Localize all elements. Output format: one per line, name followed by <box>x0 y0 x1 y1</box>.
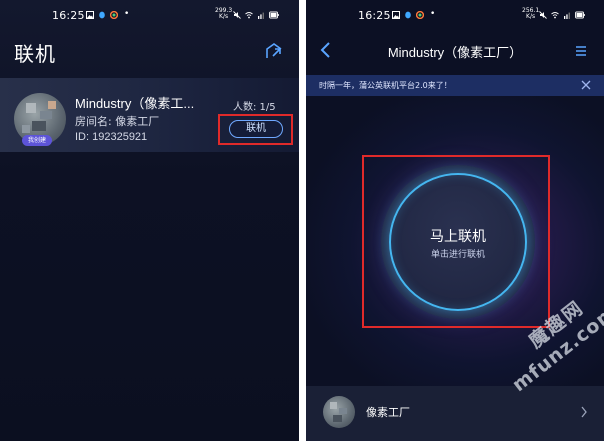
net-speed-unit: K/s <box>526 13 536 20</box>
net-speed: 299.3 K/s <box>215 8 232 20</box>
highlight-box <box>218 114 293 145</box>
status-time: 16:25 <box>358 9 391 22</box>
signal-icon <box>258 12 264 19</box>
room-avatar <box>323 396 355 428</box>
app-icon <box>416 11 424 19</box>
status-bar: 16:25 • 299.3 K/s <box>0 0 299 30</box>
page-title: Mindustry（像素工厂） <box>387 45 523 60</box>
gallery-icon <box>392 11 400 19</box>
page-title: 联机 <box>14 42 56 66</box>
status-time: 16:25 <box>52 9 85 22</box>
share-icon[interactable] <box>263 40 285 62</box>
right-screen: 16:25 • 256.1 K/s Mindustry（像素工厂） 时隔一年，蒲… <box>306 0 604 441</box>
status-bar: 16:25 • 256.1 K/s <box>306 0 604 30</box>
net-speed-unit: K/s <box>219 13 229 20</box>
gallery-icon <box>86 11 94 19</box>
mute-icon <box>233 11 241 19</box>
room-bar[interactable]: 像素工厂 <box>306 386 604 441</box>
room-id: ID: 192325921 <box>75 131 148 143</box>
notification-dot-icon: • <box>124 9 130 19</box>
close-icon[interactable] <box>581 80 591 90</box>
room-name: Mindustry（像素工... <box>75 96 195 111</box>
menu-icon[interactable] <box>574 44 588 58</box>
wifi-icon <box>551 12 559 19</box>
app-icon <box>110 11 118 19</box>
qq-icon <box>405 11 411 19</box>
creator-badge: 我创建 <box>22 135 52 146</box>
mute-icon <box>539 11 547 19</box>
announcement-banner[interactable]: 时隔一年，蒲公英联机平台2.0来了！ <box>306 75 604 96</box>
player-count: 人数: 1/5 <box>233 102 276 113</box>
battery-icon <box>269 11 279 19</box>
qq-icon <box>99 11 105 19</box>
nav-bar: Mindustry（像素工厂） <box>306 30 604 72</box>
chevron-right-icon <box>581 406 587 418</box>
wifi-icon <box>245 12 253 19</box>
left-screen: 16:25 • 299.3 K/s 联机 我创建 Mindustry（像素工..… <box>0 0 299 441</box>
signal-icon <box>564 12 570 19</box>
banner-text: 时隔一年，蒲公英联机平台2.0来了！ <box>319 81 452 90</box>
room-name: 像素工厂 <box>366 406 410 419</box>
room-host-name: 房间名: 像素工厂 <box>75 115 160 128</box>
battery-icon <box>575 11 585 19</box>
net-speed: 256.1 K/s <box>522 8 539 20</box>
notification-dot-icon: • <box>430 9 436 19</box>
